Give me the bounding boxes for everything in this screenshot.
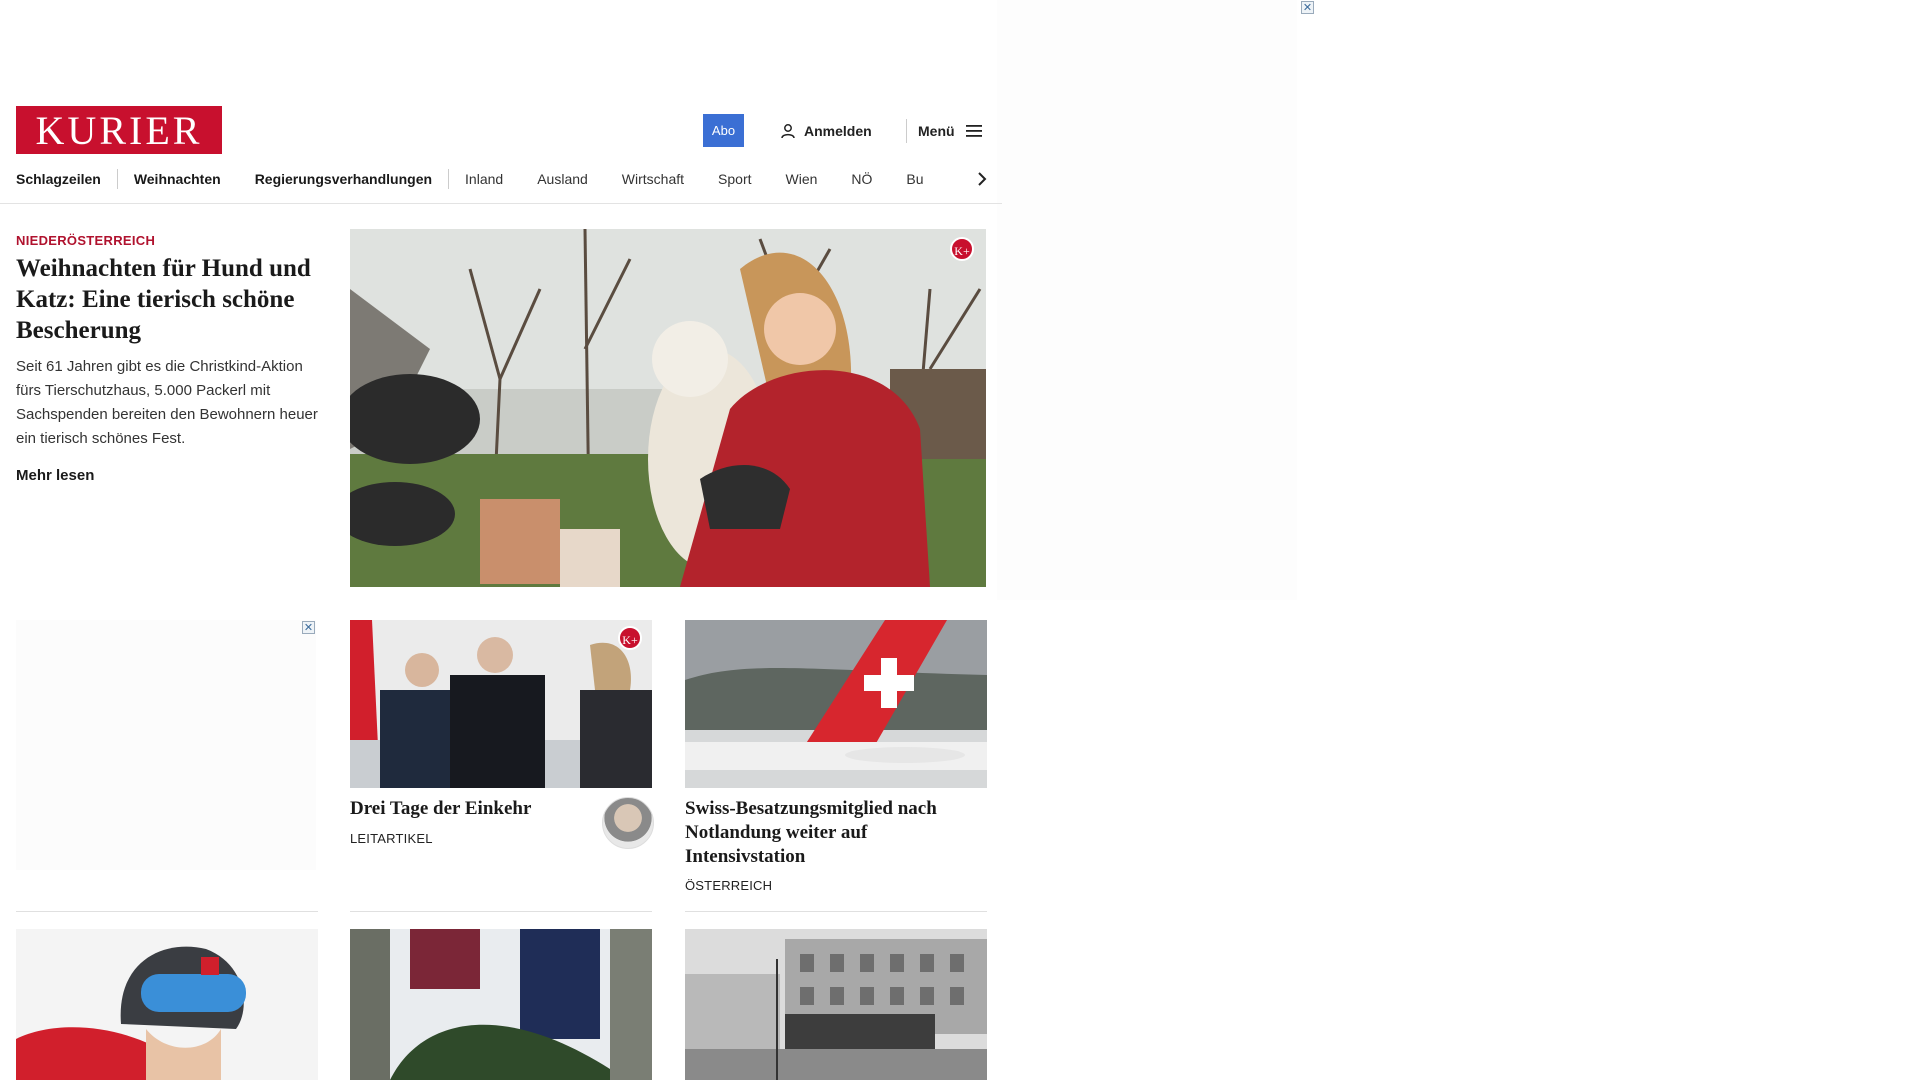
- nav-item-weihnachten[interactable]: Weihnachten: [134, 171, 221, 187]
- nav-item-bu[interactable]: Bu: [906, 171, 923, 187]
- article-image[interactable]: [685, 620, 987, 788]
- ad-close-icon[interactable]: ✕: [1301, 1, 1314, 14]
- article-photo: [350, 929, 652, 1080]
- category-nav: Schlagzeilen Weihnachten Regierungsverha…: [16, 166, 986, 192]
- ad-placeholder: [16, 620, 316, 870]
- article-photo: [685, 929, 987, 1080]
- nav-bottom-border: [0, 203, 1002, 204]
- row-divider: [16, 911, 318, 912]
- side-ad-placeholder: [997, 0, 1297, 600]
- nav-item-wirtschaft[interactable]: Wirtschaft: [622, 171, 684, 187]
- article-image[interactable]: [685, 929, 987, 1080]
- kurier-logo[interactable]: KURIER: [16, 106, 222, 154]
- hamburger-icon: [965, 125, 982, 137]
- kplus-badge: K+: [950, 237, 974, 261]
- article-headline[interactable]: Drei Tage der Einkehr: [350, 797, 590, 821]
- article-label[interactable]: LEITARTIKEL: [350, 831, 433, 846]
- kplus-badge: K+: [618, 626, 642, 650]
- row-divider: [350, 911, 652, 912]
- author-avatar: [602, 797, 654, 849]
- nav-item-sport[interactable]: Sport: [718, 171, 751, 187]
- lead-section-label[interactable]: NIEDERÖSTERREICH: [16, 233, 155, 248]
- header-divider: [906, 119, 907, 143]
- nav-item-regierungsverhandlungen[interactable]: Regierungsverhandlungen: [255, 171, 432, 187]
- menu-button[interactable]: Menü: [918, 120, 983, 142]
- read-more-link[interactable]: Mehr lesen: [16, 467, 94, 484]
- chevron-right-icon: [978, 172, 987, 186]
- nav-divider: [116, 169, 118, 189]
- article-label[interactable]: ÖSTERREICH: [685, 878, 772, 893]
- lead-photo: [350, 229, 986, 587]
- nav-next-button[interactable]: [968, 166, 990, 192]
- nav-divider: [448, 169, 450, 189]
- menu-label: Menü: [918, 123, 955, 139]
- login-label: Anmelden: [804, 123, 872, 139]
- article-photo: [350, 620, 652, 788]
- row-divider: [685, 911, 987, 912]
- article-image[interactable]: [16, 929, 318, 1080]
- abo-button[interactable]: Abo: [703, 114, 744, 147]
- article-image[interactable]: K+: [350, 620, 652, 788]
- ad-close-icon[interactable]: ✕: [302, 621, 315, 634]
- lead-headline[interactable]: Weihnachten für Hund und Katz: Eine tier…: [16, 253, 316, 346]
- article-photo: [685, 620, 987, 788]
- article-image[interactable]: [350, 929, 652, 1080]
- article-photo: [16, 929, 318, 1080]
- nav-item-schlagzeilen[interactable]: Schlagzeilen: [16, 171, 101, 187]
- lead-teaser: Seit 61 Jahren gibt es die Christkind-Ak…: [16, 358, 318, 447]
- article-headline[interactable]: Swiss-Besatzungsmitglied nach Notlandung…: [685, 797, 985, 869]
- user-icon: [781, 124, 795, 139]
- nav-item-noe[interactable]: NÖ: [851, 171, 872, 187]
- nav-item-wien[interactable]: Wien: [786, 171, 818, 187]
- login-button[interactable]: Anmelden: [780, 120, 872, 142]
- nav-item-ausland[interactable]: Ausland: [537, 171, 588, 187]
- nav-item-inland[interactable]: Inland: [465, 171, 503, 187]
- lead-image[interactable]: K+: [350, 229, 986, 587]
